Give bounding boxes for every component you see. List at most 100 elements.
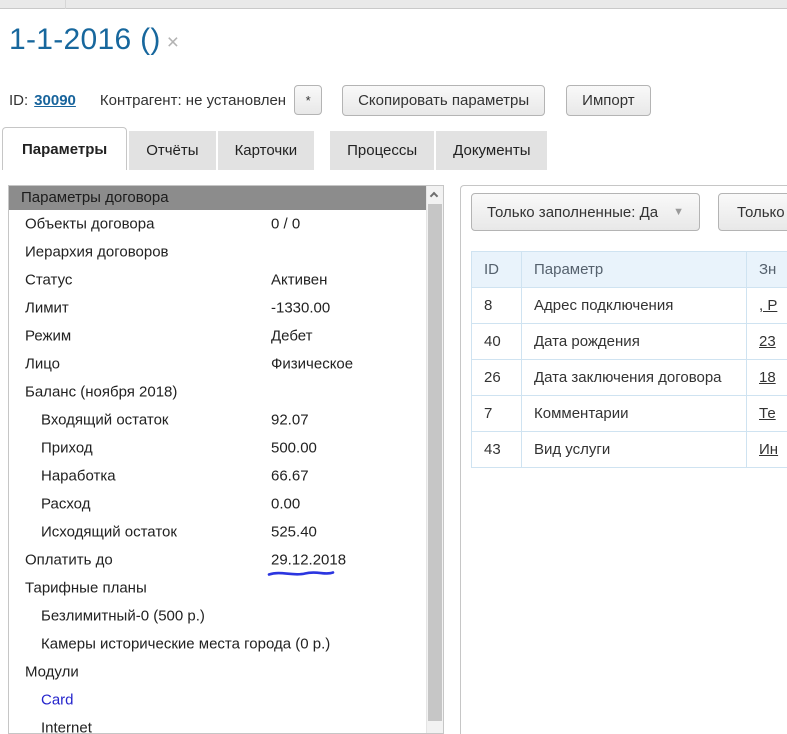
param-row-earned[interactable]: Наработка 66.67 <box>9 462 426 490</box>
table-row-connection-address[interactable]: 8 Адрес подключения , Р <box>472 288 787 324</box>
param-row-mode[interactable]: Режим Дебет <box>9 322 426 350</box>
cell-value-text[interactable]: , Р <box>759 297 777 314</box>
cell-id: 7 <box>472 396 522 432</box>
cell-value-text[interactable]: Те <box>759 405 776 422</box>
scrollbar-up-button[interactable] <box>427 186 443 204</box>
param-value: -1330.00 <box>271 300 330 317</box>
param-value: 500.00 <box>271 440 317 457</box>
param-value: 0.00 <box>271 496 300 513</box>
param-row-outgoing-balance[interactable]: Исходящий остаток 525.40 <box>9 518 426 546</box>
tab-otchety[interactable]: Отчёты <box>129 131 215 170</box>
col-header-id[interactable]: ID <box>472 252 522 288</box>
module-card-label[interactable]: Card <box>41 692 74 709</box>
param-value: Физическое <box>271 356 353 373</box>
col-header-param[interactable]: Параметр <box>522 252 747 288</box>
cell-param: Вид услуги <box>522 432 747 468</box>
col-header-value[interactable]: Зн <box>747 252 787 288</box>
cell-id: 40 <box>472 324 522 360</box>
filter-second-label: Только <box>737 204 785 221</box>
tab-parametry[interactable]: Параметры <box>2 127 127 170</box>
param-label: Камеры исторические места города (0 р.) <box>41 636 330 653</box>
tab-dokumenty[interactable]: Документы <box>436 131 547 170</box>
chevron-up-icon <box>430 192 438 200</box>
param-row-tariff-unlimited[interactable]: Безлимитный-0 (500 р.) <box>9 602 426 630</box>
param-label: Приход <box>41 440 93 457</box>
cell-param: Дата заключения договора <box>522 360 747 396</box>
cell-value-text[interactable]: Ин <box>759 441 778 458</box>
chevron-down-icon: ▼ <box>673 206 684 218</box>
cell-param: Комментарии <box>522 396 747 432</box>
params-table-panel: Только заполненные: Да ▼ Только ID Парам… <box>460 185 787 734</box>
param-row-incoming-balance[interactable]: Входящий остаток 92.07 <box>9 406 426 434</box>
pay-until-value: 29.12.2018 <box>271 552 346 569</box>
param-label: Наработка <box>41 468 116 485</box>
param-row-income[interactable]: Приход 500.00 <box>9 434 426 462</box>
param-row-limit[interactable]: Лимит -1330.00 <box>9 294 426 322</box>
param-value: 0 / 0 <box>271 216 300 233</box>
table-row-birth-date[interactable]: 40 Дата рождения 23 <box>472 324 787 360</box>
cell-id: 43 <box>472 432 522 468</box>
param-label: Безлимитный-0 (500 р.) <box>41 608 205 625</box>
param-label: Исходящий остаток <box>41 524 177 541</box>
cell-param: Дата рождения <box>522 324 747 360</box>
cell-value-link[interactable]: 18 <box>747 360 787 396</box>
import-button[interactable]: Импорт <box>566 85 650 116</box>
cell-value-link[interactable]: , Р <box>747 288 787 324</box>
filter-filled-label: Только заполненные: Да <box>487 204 658 221</box>
top-strip-divider <box>65 0 66 9</box>
left-panel-scrollbar[interactable] <box>426 186 443 733</box>
contract-title-row: 1-1-2016 () × <box>9 23 179 57</box>
cell-value-text[interactable]: 18 <box>759 369 776 386</box>
cell-value-link[interactable]: Ин <box>747 432 787 468</box>
param-label: Лицо <box>25 356 60 373</box>
param-label: Расход <box>41 496 90 513</box>
param-row-modules[interactable]: Модули <box>9 658 426 686</box>
module-link-card[interactable]: Card <box>9 686 426 714</box>
cell-value-link[interactable]: Те <box>747 396 787 432</box>
browser-top-strip <box>0 0 787 9</box>
cell-value-link[interactable]: 23 <box>747 324 787 360</box>
star-button[interactable]: * <box>294 85 322 115</box>
table-header-row: ID Параметр Зн <box>472 252 787 288</box>
page-title: 1-1-2016 () <box>9 23 161 57</box>
param-value: 525.40 <box>271 524 317 541</box>
contract-meta-row: ID: 30090 Контрагент: не установлен * Ск… <box>9 84 651 116</box>
scrollbar-thumb[interactable] <box>428 204 442 721</box>
filter-second-dropdown[interactable]: Только <box>718 193 787 231</box>
param-row-contract-objects[interactable]: Объекты договора 0 / 0 <box>9 210 426 238</box>
param-value: Активен <box>271 272 327 289</box>
params-section-header[interactable]: Параметры договора <box>9 186 426 210</box>
param-label: Баланс (ноября 2018) <box>25 384 177 401</box>
param-row-pay-until[interactable]: Оплатить до 29.12.2018 <box>9 546 426 574</box>
module-internet-label: Internet <box>41 720 92 734</box>
param-label: Объекты договора <box>25 216 154 233</box>
pay-until-date: 29.12.2018 <box>271 552 346 569</box>
param-row-balance[interactable]: Баланс (ноября 2018) <box>9 378 426 406</box>
counterparty-label: Контрагент: не установлен <box>100 92 286 109</box>
param-row-status[interactable]: Статус Активен <box>9 266 426 294</box>
param-label: Режим <box>25 328 71 345</box>
param-row-tariff-cameras[interactable]: Камеры исторические места города (0 р.) <box>9 630 426 658</box>
tab-protsessy[interactable]: Процессы <box>330 131 434 170</box>
param-value: Дебет <box>271 328 312 345</box>
module-row-internet[interactable]: Internet <box>9 714 426 733</box>
filter-filled-dropdown[interactable]: Только заполненные: Да ▼ <box>471 193 700 231</box>
param-row-contract-hierarchy[interactable]: Иерархия договоров <box>9 238 426 266</box>
contract-id-link[interactable]: 30090 <box>34 92 76 109</box>
param-row-tariff-plans[interactable]: Тарифные планы <box>9 574 426 602</box>
param-label: Статус <box>25 272 72 289</box>
param-label: Входящий остаток <box>41 412 169 429</box>
table-row-service-type[interactable]: 43 Вид услуги Ин <box>472 432 787 468</box>
param-row-person[interactable]: Лицо Физическое <box>9 350 426 378</box>
contract-id-label: ID: <box>9 92 28 109</box>
tab-kartochki[interactable]: Карточки <box>218 131 315 170</box>
cell-param: Адрес подключения <box>522 288 747 324</box>
copy-params-button[interactable]: Скопировать параметры <box>342 85 545 116</box>
close-icon[interactable]: × <box>167 31 179 55</box>
param-row-expense[interactable]: Расход 0.00 <box>9 490 426 518</box>
cell-value-text[interactable]: 23 <box>759 333 776 350</box>
param-label: Лимит <box>25 300 69 317</box>
contract-params-panel: Параметры договора Объекты договора 0 / … <box>8 185 444 734</box>
table-row-contract-date[interactable]: 26 Дата заключения договора 18 <box>472 360 787 396</box>
table-row-comments[interactable]: 7 Комментарии Те <box>472 396 787 432</box>
